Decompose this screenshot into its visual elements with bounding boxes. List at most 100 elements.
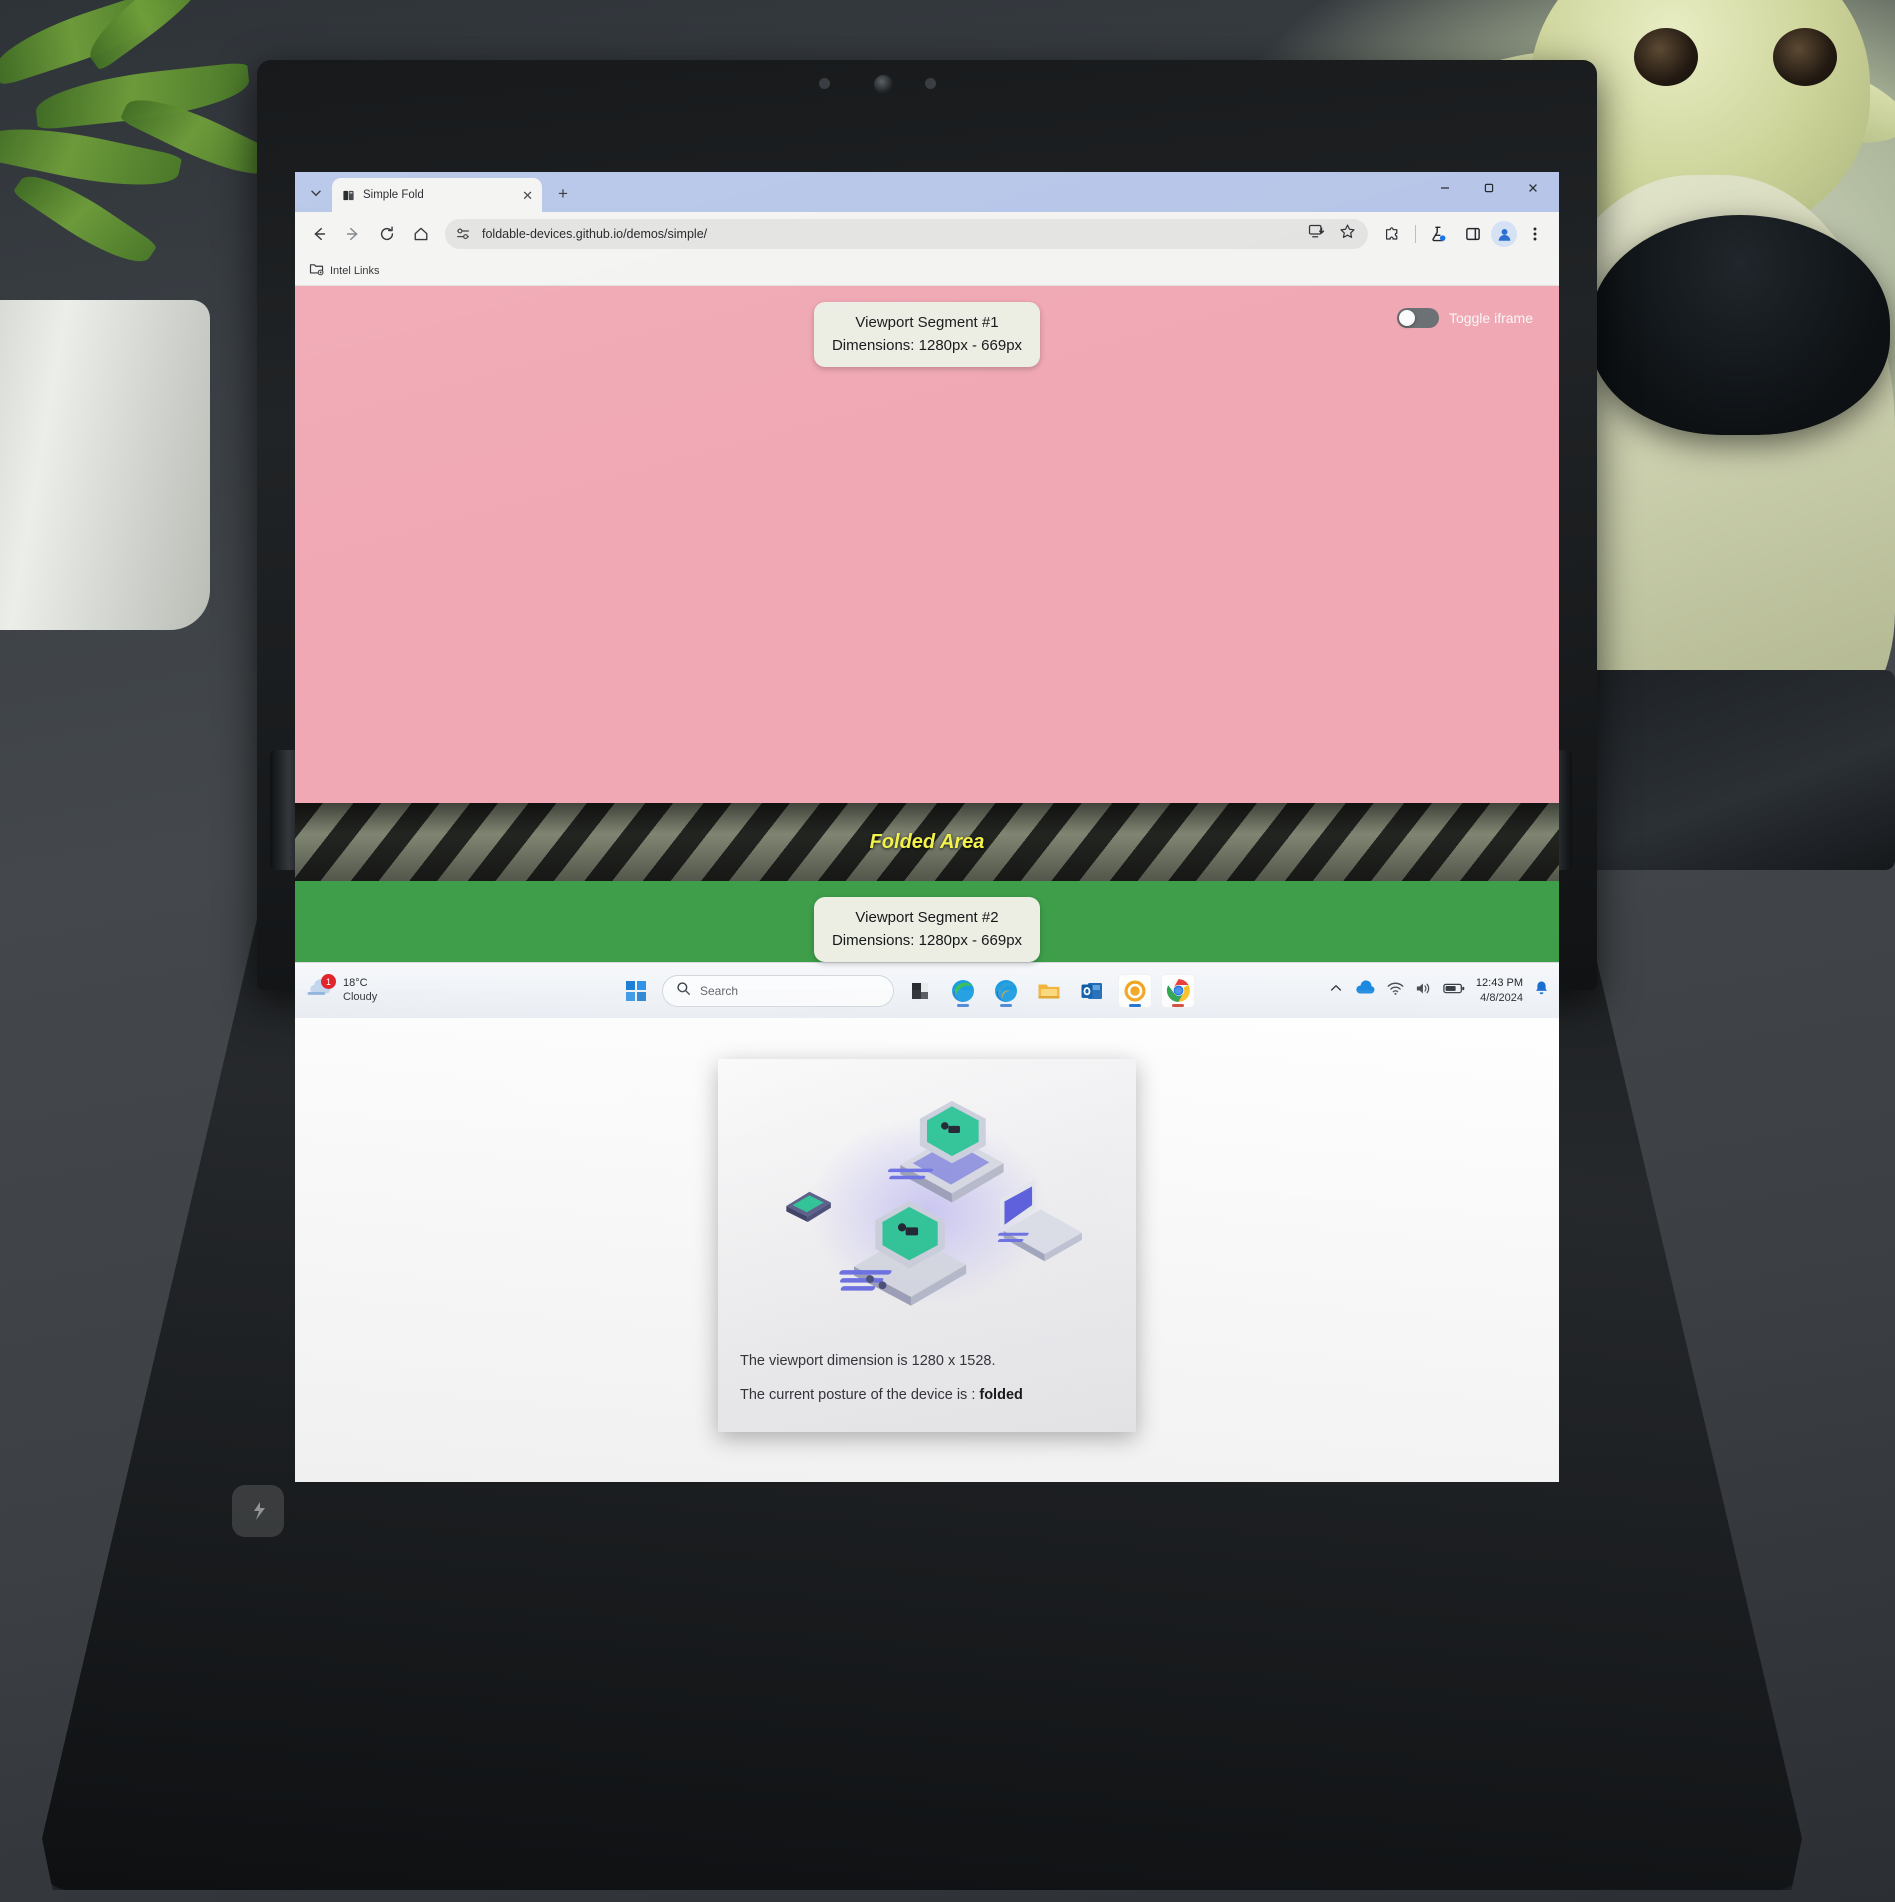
device-info-card: The viewport dimension is 1280 x 1528. T… (718, 1059, 1136, 1432)
url-input[interactable] (482, 227, 1298, 241)
chevron-down-icon (311, 190, 321, 197)
bookmarks-bar: Intel Links (295, 256, 1559, 286)
maximize-button[interactable] (1467, 172, 1511, 204)
chrome-menu-button[interactable] (1519, 218, 1551, 250)
viewport-segment-2: Viewport Segment #2 Dimensions: 1280px -… (295, 881, 1559, 1432)
clock[interactable]: 12:43 PM 4/8/2024 (1476, 976, 1523, 1006)
close-window-button[interactable] (1511, 172, 1555, 204)
install-app-icon[interactable] (1308, 223, 1325, 245)
taskbar-app-file-explorer-dark[interactable] (903, 974, 937, 1008)
side-panel-button[interactable] (1457, 218, 1489, 250)
running-indicator (1172, 1003, 1184, 1007)
segment-2-label: Viewport Segment #2 Dimensions: 1280px -… (813, 897, 1041, 962)
device-posture-text: The current posture of the device is : f… (740, 1385, 1023, 1405)
viewport-dimension-text: The viewport dimension is 1280 x 1528. (740, 1353, 996, 1369)
viewport-segment-1: Viewport Segment #1 Dimensions: 1280px -… (295, 286, 1559, 803)
posture-prefix: The current posture of the device is : (740, 1387, 980, 1404)
account-avatar-icon (1498, 228, 1510, 241)
start-button[interactable] (619, 974, 653, 1008)
maximize-icon (1484, 183, 1494, 193)
cloud-icon: 1 (305, 974, 336, 1004)
flask-icon (1432, 226, 1446, 242)
clock-time: 12:43 PM (1475, 976, 1523, 989)
onedrive-icon[interactable] (1354, 980, 1376, 1001)
close-icon (1529, 184, 1537, 192)
omnibox-actions (1308, 223, 1358, 245)
webcam-bar (257, 75, 1597, 98)
toolbar-divider (1415, 225, 1416, 243)
folded-area-label: Folded Area (869, 830, 985, 853)
taskbar-app-file-explorer[interactable] (1032, 974, 1066, 1008)
taskbar-app-lenovo-vantage[interactable] (1118, 973, 1152, 1008)
weather-condition: Cloudy (343, 990, 378, 1003)
running-indicator (957, 1003, 969, 1007)
sensor-dot-right (925, 78, 936, 89)
tray-overflow-button[interactable] (1329, 981, 1343, 1000)
taskbar-app-edge-secondary[interactable] (989, 974, 1023, 1008)
windows-taskbar: 1 18°C Cloudy Search 12:43 PM 4/8/2024 (295, 962, 1559, 1018)
running-indicator (1000, 1003, 1012, 1007)
reload-button[interactable] (371, 218, 403, 250)
bookmark-label: Intel Links (330, 264, 380, 277)
extensions-button[interactable] (1376, 218, 1408, 250)
search-placeholder: Search (700, 983, 739, 998)
weather-badge: 1 (321, 974, 336, 989)
sensor-dot-left (819, 78, 830, 89)
puzzle-icon (1385, 227, 1398, 240)
chevron-up-icon (1330, 985, 1342, 991)
taskbar-app-edge[interactable] (946, 974, 980, 1008)
back-button[interactable] (303, 218, 335, 250)
side-panel-icon (1466, 227, 1480, 241)
notification-bell-icon[interactable] (1534, 980, 1549, 1001)
window-controls (1423, 172, 1559, 212)
toggle-iframe-control[interactable]: Toggle iframe (1396, 308, 1533, 328)
reload-icon (380, 226, 394, 241)
experiments-button[interactable] (1423, 218, 1455, 250)
weather-text: 18°C Cloudy (343, 977, 377, 1005)
device-screen: Simple Fold ✕ + foldable-devices.github.… (295, 172, 1559, 1482)
toggle-iframe-label: Toggle iframe (1448, 310, 1533, 326)
folded-area-band: Folded Area (295, 803, 1559, 881)
device-sensor-badge (232, 1485, 284, 1537)
toggle-knob (1398, 310, 1415, 326)
taskbar-app-chrome[interactable] (1161, 973, 1195, 1008)
toggle-iframe-switch[interactable] (1396, 308, 1439, 328)
arrow-right-icon (346, 227, 358, 241)
minimize-icon (1441, 187, 1449, 189)
battery-icon[interactable] (1443, 982, 1465, 1000)
browser-tab-strip: Simple Fold ✕ + (295, 172, 1559, 212)
wifi-icon[interactable] (1387, 981, 1404, 1001)
segment-1-label: Viewport Segment #1 Dimensions: 1280px -… (813, 302, 1041, 367)
forward-button[interactable] (337, 218, 369, 250)
running-indicator (1129, 1003, 1141, 1007)
posture-value: folded (979, 1387, 1023, 1404)
webcam-lens (874, 75, 893, 94)
foldable-devices-illustration (786, 1100, 1082, 1306)
close-icon[interactable]: ✕ (522, 189, 533, 202)
segment-1-dimensions: Dimensions: 1280px - 669px (831, 336, 1023, 354)
tab-search-button[interactable] (303, 180, 329, 206)
weather-temperature: 18°C (343, 976, 368, 989)
taskbar-app-outlook[interactable] (1075, 974, 1109, 1008)
browser-tab[interactable]: Simple Fold ✕ (332, 178, 542, 212)
tune-icon[interactable] (454, 225, 472, 243)
volume-icon[interactable] (1415, 981, 1432, 1001)
taskbar-search[interactable]: Search (662, 974, 894, 1007)
home-icon (414, 227, 428, 241)
home-button[interactable] (405, 218, 437, 250)
bookmark-intel-links[interactable]: Intel Links (309, 261, 380, 281)
profile-button[interactable] (1491, 221, 1517, 247)
minimize-button[interactable] (1423, 172, 1467, 204)
arrow-left-icon (314, 227, 326, 241)
tab-title: Simple Fold (363, 189, 424, 201)
address-bar[interactable] (445, 219, 1368, 249)
weather-widget[interactable]: 1 18°C Cloudy (305, 974, 515, 1005)
search-icon (676, 981, 691, 1001)
windows-start-icon (626, 980, 646, 1001)
star-icon[interactable] (1339, 223, 1356, 245)
new-tab-button[interactable]: + (549, 180, 577, 208)
clock-date: 4/8/2024 (1480, 991, 1523, 1004)
browser-navigation-bar (295, 212, 1559, 256)
segment-2-dimensions: Dimensions: 1280px - 669px (831, 931, 1023, 949)
three-dot-menu-icon (1533, 227, 1537, 241)
